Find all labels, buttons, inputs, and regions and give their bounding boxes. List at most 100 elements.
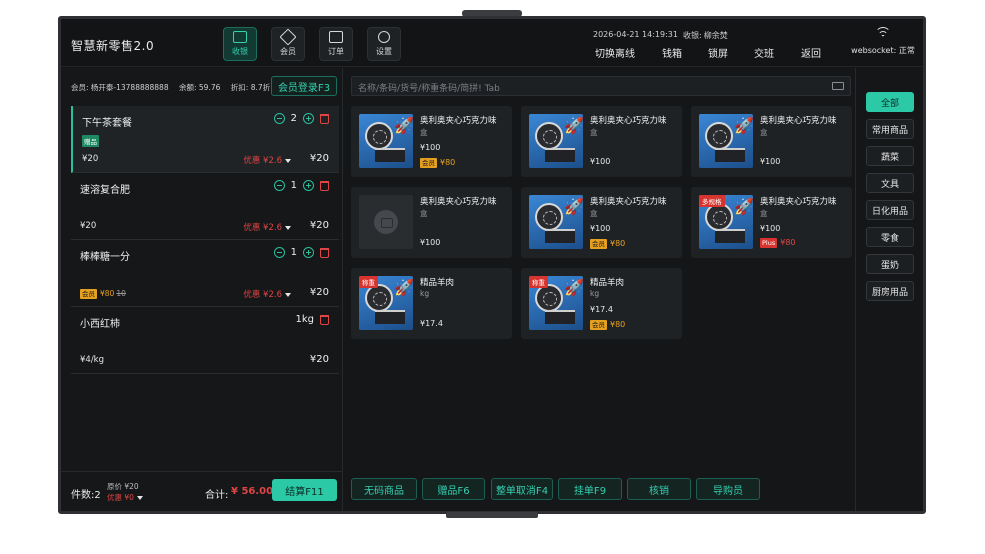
member-tag: 会员 xyxy=(590,320,607,330)
product-image: 🚀 xyxy=(699,114,753,168)
plus-price: Plus ¥80 xyxy=(760,238,796,248)
item-count: 件数:2 xyxy=(71,490,101,501)
nav-label: 会员 xyxy=(280,47,296,56)
gift-button[interactable]: 赠品F6 xyxy=(422,478,485,500)
quantity-stepper: 2 xyxy=(273,113,329,124)
nav-settings[interactable]: 设置 xyxy=(367,27,401,61)
cash-drawer-button[interactable]: 钱箱 xyxy=(662,45,682,60)
nav-label: 订单 xyxy=(328,47,344,56)
discount-text: 优惠 ¥2.6 xyxy=(243,290,282,300)
hold-order-button[interactable]: 挂单F9 xyxy=(558,478,622,500)
item-name: 速溶复合肥 xyxy=(80,185,130,196)
category-all[interactable]: 全部 xyxy=(866,92,914,112)
plus-icon[interactable] xyxy=(303,247,314,258)
category-vegetables[interactable]: 蔬菜 xyxy=(866,146,914,166)
product-name: 奥利奥夹心巧克力味 xyxy=(590,197,667,207)
product-image: 🚀 xyxy=(529,114,583,168)
caret-down-icon xyxy=(136,496,143,500)
search-input[interactable]: 名称/条码/货号/称重条码/简拼! Tab xyxy=(351,76,851,96)
cart-item[interactable]: 小西红柿 1kg ¥4/kg ¥20 xyxy=(71,307,339,374)
product-card[interactable]: 称重 🚀 精品羊肉 kg ¥17.4 xyxy=(351,268,512,339)
category-frequent[interactable]: 常用商品 xyxy=(866,119,914,139)
product-card[interactable]: 🚀 奥利奥夹心巧克力味 盒 ¥100 会员 ¥80 xyxy=(351,106,512,177)
member-tag: 会员 xyxy=(80,289,97,299)
product-name: 奥利奥夹心巧克力味 xyxy=(590,116,667,126)
member-price: 会员 ¥80 xyxy=(590,319,625,330)
redeem-button[interactable]: 核销 xyxy=(627,478,691,500)
connection-status: websocket: 正常 xyxy=(851,27,915,56)
cart-item[interactable]: 速溶复合肥 1 ¥20 优惠 ¥2.6 ¥20 xyxy=(71,173,339,240)
nav-label: 设置 xyxy=(376,47,392,56)
product-card[interactable]: 🚀 奥利奥夹心巧克力味 盒 ¥100 会员 ¥80 xyxy=(521,187,682,258)
item-discount[interactable]: 优惠 ¥2.6 xyxy=(243,221,291,233)
member-price-value: ¥80 xyxy=(100,289,115,298)
nav-member[interactable]: 会员 xyxy=(271,27,305,61)
image-placeholder-icon xyxy=(359,195,413,249)
app-title: 智慧新零售2.0 xyxy=(71,39,155,53)
member-tag: 会员 xyxy=(590,239,607,249)
quantity-stepper: 1 xyxy=(273,180,329,191)
product-name: 精品羊肉 xyxy=(420,278,455,288)
shift-change-button[interactable]: 交班 xyxy=(754,45,774,60)
gift-tag: 赠品 xyxy=(82,135,99,147)
no-barcode-button[interactable]: 无码商品 xyxy=(351,478,417,500)
sales-guide-button[interactable]: 导购员 xyxy=(696,478,760,500)
product-card[interactable]: 多规格 🚀 奥利奥夹心巧克力味 盒 ¥100 Plus ¥80 xyxy=(691,187,852,258)
product-price: ¥100 xyxy=(420,238,441,247)
member-login-button[interactable]: 会员登录F3 xyxy=(271,76,337,96)
cancel-order-button[interactable]: 整单取消F4 xyxy=(491,478,553,500)
offline-toggle-button[interactable]: 切换离线 xyxy=(595,45,635,60)
item-name: 棒棒糖一分 xyxy=(80,252,130,263)
discount-total[interactable]: 优惠 ¥0 xyxy=(107,492,143,503)
category-snacks[interactable]: 零食 xyxy=(866,227,914,247)
item-qty: 1 xyxy=(290,180,297,191)
product-name: 奥利奥夹心巧克力味 xyxy=(760,197,837,207)
item-total: ¥20 xyxy=(309,153,329,164)
plus-icon[interactable] xyxy=(303,180,314,191)
trash-icon[interactable] xyxy=(320,314,329,325)
lock-screen-button[interactable]: 锁屏 xyxy=(708,45,728,60)
trash-icon[interactable] xyxy=(320,247,329,258)
product-unit: 盒 xyxy=(590,128,598,137)
item-total: ¥20 xyxy=(309,287,329,298)
clipboard-icon xyxy=(329,31,343,43)
cart-item[interactable]: 下午茶套餐 2 赠品 ¥20 优惠 ¥2.6 ¥20 xyxy=(71,106,339,173)
product-name: 奥利奥夹心巧克力味 xyxy=(760,116,837,126)
nav-cashier[interactable]: 收银 xyxy=(223,27,257,61)
keyboard-icon[interactable] xyxy=(832,82,844,90)
caret-down-icon xyxy=(285,158,291,163)
discount-text: 优惠 ¥2.6 xyxy=(243,223,282,233)
weight-control: 1kg xyxy=(295,314,329,325)
product-unit: 盒 xyxy=(760,128,768,137)
category-kitchen[interactable]: 厨房用品 xyxy=(866,281,914,301)
product-card[interactable]: 奥利奥夹心巧克力味 盒 ¥100 xyxy=(351,187,512,258)
back-button[interactable]: 返回 xyxy=(801,45,821,60)
member-balance: 余额: 59.76 xyxy=(179,83,221,92)
member-price-value: ¥80 xyxy=(440,158,456,167)
diamond-icon xyxy=(279,28,297,46)
checkout-button[interactable]: 结算F11 xyxy=(272,479,337,501)
minus-icon[interactable] xyxy=(273,180,285,191)
minus-icon[interactable] xyxy=(273,113,285,124)
cashier-label: 收银: xyxy=(683,31,702,40)
top-bar: 智慧新零售2.0 收银 会员 订单 设置 2026-04-21 14:19:31… xyxy=(61,19,923,67)
multi-spec-badge: 多规格 xyxy=(699,195,725,207)
trash-icon[interactable] xyxy=(320,180,329,191)
product-card[interactable]: 🚀 奥利奥夹心巧克力味 盒 ¥100 xyxy=(691,106,852,177)
nav-orders[interactable]: 订单 xyxy=(319,27,353,61)
category-stationery[interactable]: 文具 xyxy=(866,173,914,193)
minus-icon[interactable] xyxy=(273,247,285,258)
cart-item[interactable]: 棒棒糖一分 1 会员 ¥80 10 优惠 ¥2.6 ¥20 xyxy=(71,240,339,307)
category-daily-chemicals[interactable]: 日化用品 xyxy=(866,200,914,220)
item-total: ¥20 xyxy=(309,220,329,231)
product-image: 🚀 xyxy=(529,195,583,249)
trash-icon[interactable] xyxy=(320,113,329,124)
item-discount[interactable]: 优惠 ¥2.6 xyxy=(243,288,291,300)
product-card[interactable]: 🚀 奥利奥夹心巧克力味 盒 ¥100 xyxy=(521,106,682,177)
category-eggs-dairy[interactable]: 蛋奶 xyxy=(866,254,914,274)
product-card[interactable]: 称重 🚀 精品羊肉 kg ¥17.4 会员 ¥80 xyxy=(521,268,682,339)
quantity-stepper: 1 xyxy=(273,247,329,258)
product-price: ¥100 xyxy=(420,143,441,152)
item-discount[interactable]: 优惠 ¥2.6 xyxy=(243,154,291,166)
plus-icon[interactable] xyxy=(303,113,314,124)
